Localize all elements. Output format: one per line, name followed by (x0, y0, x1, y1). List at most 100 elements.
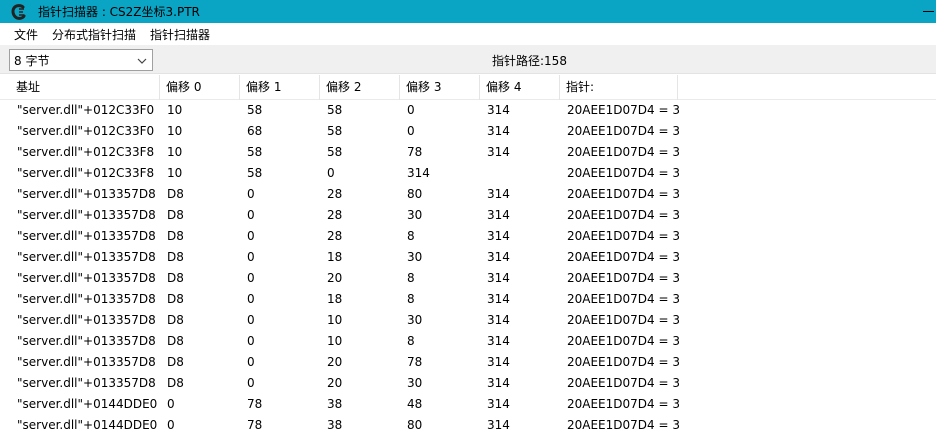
toolbar: 8 字节 指针路径:158 (0, 45, 936, 74)
cell-offset-2: 20 (327, 376, 343, 390)
cell-offset-4: 314 (487, 103, 510, 117)
minimize-button[interactable] (920, 0, 936, 23)
cell-offset-4: 314 (487, 376, 510, 390)
cell-offset-0: D8 (167, 292, 184, 306)
cell-offset-0: 10 (167, 145, 183, 159)
table-row[interactable]: "server.dll"+013357D8 D8 0 18 8 314 20AEE1D07D… (0, 289, 936, 310)
cell-offset-4: 314 (487, 334, 510, 348)
chevron-down-icon (137, 55, 147, 65)
cell-base-address: "server.dll"+012C33F8 (17, 166, 155, 180)
cell-offset-0: D8 (167, 208, 184, 222)
table-row[interactable]: "server.dll"+0144DDE0 0 78 38 48 314 20AEE1D07… (0, 394, 936, 415)
cell-offset-4: 314 (487, 250, 510, 264)
column-header-offset-0[interactable]: 偏移 0 (160, 75, 240, 100)
menu-pointer-scanner[interactable]: 指针扫描器 (143, 26, 217, 43)
cell-pointer: 20AEE1D07D4 = 3 (567, 208, 680, 222)
cell-offset-3: 30 (407, 250, 423, 264)
cell-offset-3: 80 (407, 187, 423, 201)
menu-bar: 文件 分布式指针扫描 指针扫描器 (0, 23, 936, 45)
table-row[interactable]: "server.dll"+0144DDE0 0 78 38 80 314 20AEE1D07… (0, 415, 936, 432)
window-title: 指针扫描器 : CS2Z坐标3.PTR (38, 5, 200, 19)
value-size-value: 8 字节 (14, 53, 50, 68)
cell-offset-1: 0 (247, 292, 255, 306)
cell-pointer: 20AEE1D07D4 = 3 (567, 313, 680, 327)
column-header-offset-4[interactable]: 偏移 4 (480, 75, 560, 100)
column-header-offset-2[interactable]: 偏移 2 (320, 75, 400, 100)
cell-offset-3: 30 (407, 376, 423, 390)
table-row[interactable]: "server.dll"+012C33F0 10 68 58 0 314 20AEE1D07… (0, 121, 936, 142)
pointer-path-count: 指针路径:158 (492, 54, 567, 68)
cell-offset-1: 0 (247, 334, 255, 348)
column-header-offset-3[interactable]: 偏移 3 (400, 75, 480, 100)
cell-offset-2: 10 (327, 313, 343, 327)
cell-base-address: "server.dll"+0144DDE0 (17, 397, 158, 411)
cell-base-address: "server.dll"+012C33F0 (17, 103, 155, 117)
cell-offset-0: D8 (167, 355, 184, 369)
menu-file[interactable]: 文件 (7, 26, 45, 43)
cell-offset-0: D8 (167, 376, 184, 390)
cell-offset-2: 28 (327, 208, 343, 222)
cell-offset-0: D8 (167, 271, 184, 285)
cell-offset-1: 0 (247, 229, 255, 243)
cell-offset-0: 10 (167, 103, 183, 117)
table-row[interactable]: "server.dll"+013357D8 D8 0 28 8 314 20AEE1D07D… (0, 226, 936, 247)
cell-offset-2: 0 (327, 166, 335, 180)
cell-pointer: 20AEE1D07D4 = 3 (567, 292, 680, 306)
cell-offset-3: 8 (407, 334, 415, 348)
cell-offset-4: 314 (487, 355, 510, 369)
cell-offset-4: 314 (487, 187, 510, 201)
cell-base-address: "server.dll"+012C33F8 (17, 145, 155, 159)
table-row[interactable]: "server.dll"+012C33F8 10 58 0 314 20AEE1D07D4… (0, 163, 936, 184)
table-row[interactable]: "server.dll"+013357D8 D8 0 28 30 314 20AEE1D07… (0, 205, 936, 226)
cell-offset-3: 78 (407, 145, 423, 159)
cell-offset-0: 10 (167, 166, 183, 180)
table-row[interactable]: "server.dll"+013357D8 D8 0 20 78 314 20AEE1D07… (0, 352, 936, 373)
column-header-base-address[interactable]: 基址 (10, 75, 160, 100)
cell-offset-0: 10 (167, 124, 183, 138)
cell-offset-2: 58 (327, 145, 343, 159)
cell-offset-1: 0 (247, 208, 255, 222)
cell-offset-2: 10 (327, 334, 343, 348)
cell-offset-1: 0 (247, 271, 255, 285)
column-header-offset-1[interactable]: 偏移 1 (240, 75, 320, 100)
cell-offset-4 (480, 163, 560, 184)
cell-offset-1: 0 (247, 355, 255, 369)
cheat-engine-icon[interactable] (8, 0, 30, 23)
cell-base-address: "server.dll"+013357D8 (17, 334, 156, 348)
column-header-pointer[interactable]: 指针: (560, 75, 678, 100)
table-row[interactable]: "server.dll"+013357D8 D8 0 20 8 314 20AEE1D07D… (0, 268, 936, 289)
cell-offset-2: 58 (327, 124, 343, 138)
cell-offset-1: 58 (247, 145, 263, 159)
value-size-select[interactable]: 8 字节 (9, 49, 153, 71)
cell-offset-1: 78 (247, 418, 263, 432)
title-bar: 指针扫描器 : CS2Z坐标3.PTR (0, 0, 936, 23)
table-body: "server.dll"+012C33F0 10 58 58 0 314 20AEE1D07… (0, 100, 936, 432)
cell-offset-3: 30 (407, 208, 423, 222)
cell-offset-3: 8 (407, 229, 415, 243)
cell-pointer: 20AEE1D07D4 = 3 (567, 187, 680, 201)
cell-base-address: "server.dll"+0144DDE0 (17, 418, 158, 432)
table-row[interactable]: "server.dll"+012C33F0 10 58 58 0 314 20AEE1D07… (0, 100, 936, 121)
table-row[interactable]: "server.dll"+013357D8 D8 0 10 30 314 20AEE1D07… (0, 310, 936, 331)
cell-offset-3: 78 (407, 355, 423, 369)
cell-base-address: "server.dll"+012C33F0 (17, 124, 155, 138)
cell-base-address: "server.dll"+013357D8 (17, 208, 156, 222)
cell-offset-2: 28 (327, 187, 343, 201)
cell-offset-1: 0 (247, 250, 255, 264)
table-row[interactable]: "server.dll"+013357D8 D8 0 18 30 314 20AEE1D07… (0, 247, 936, 268)
table-row[interactable]: "server.dll"+013357D8 D8 0 10 8 314 20AEE1D07D… (0, 331, 936, 352)
menu-distributed-scan[interactable]: 分布式指针扫描 (45, 26, 143, 43)
table-row[interactable]: "server.dll"+013357D8 D8 0 28 80 314 20AEE1D07… (0, 184, 936, 205)
cell-offset-0: D8 (167, 229, 184, 243)
table-row[interactable]: "server.dll"+013357D8 D8 0 20 30 314 20AEE1D07… (0, 373, 936, 394)
cell-pointer: 20AEE1D07D4 = 3 (567, 418, 680, 432)
cell-offset-1: 0 (247, 187, 255, 201)
table-row[interactable]: "server.dll"+012C33F8 10 58 58 78 314 20AEE1D0… (0, 142, 936, 163)
cell-pointer: 20AEE1D07D4 = 3 (567, 397, 680, 411)
cell-pointer: 20AEE1D07D4 = 3 (567, 271, 680, 285)
cell-pointer: 20AEE1D07D4 = 3 (567, 229, 680, 243)
cell-offset-3: 0 (407, 103, 415, 117)
cell-offset-4: 314 (487, 271, 510, 285)
cell-pointer: 20AEE1D07D4 = 3 (567, 250, 680, 264)
cell-offset-3: 48 (407, 397, 423, 411)
